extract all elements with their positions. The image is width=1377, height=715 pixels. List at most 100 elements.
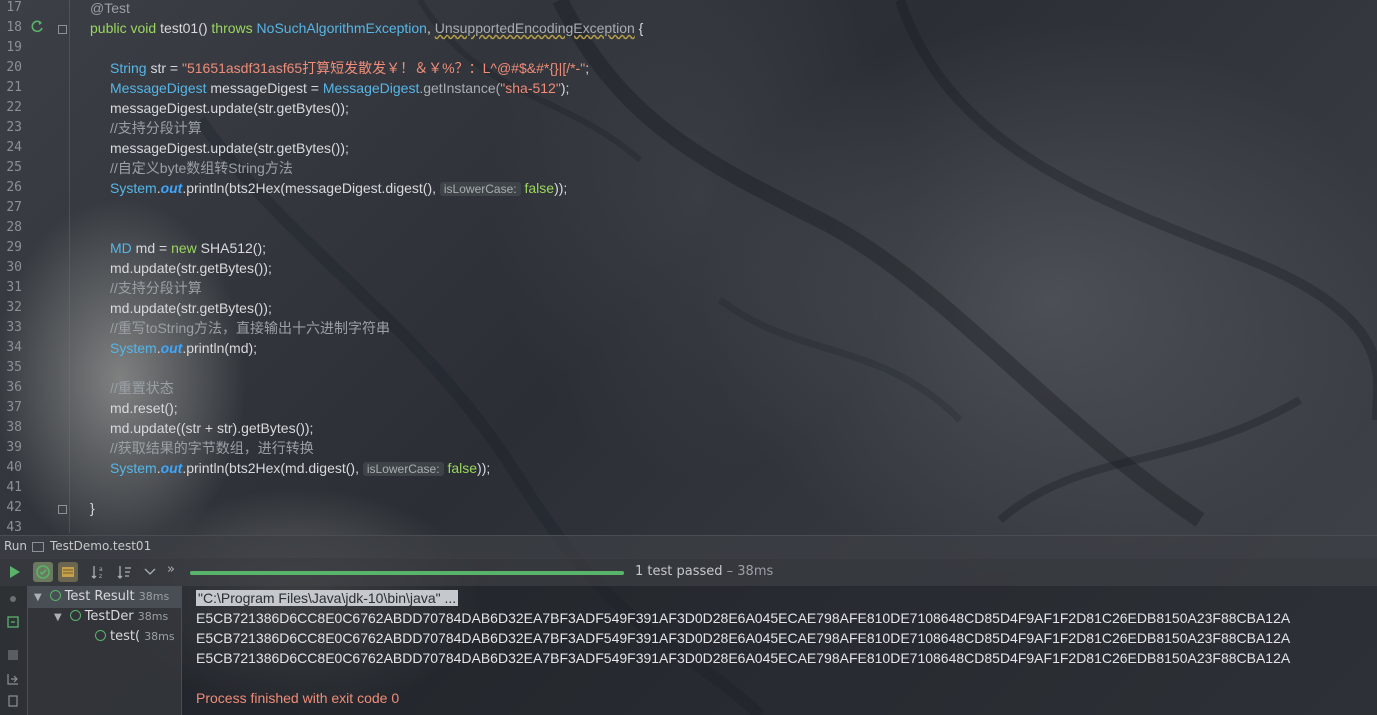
code-text: md = — [131, 240, 172, 256]
process-exit-message: Process finished with exit code 0 — [196, 690, 400, 706]
boolean-literal: false — [447, 460, 478, 476]
console-output-line: E5CB721386D6CC8E0C6762ABDD70784DAB6D32EA… — [196, 650, 1291, 666]
line-number: 19 — [6, 40, 22, 55]
code-line-42: } — [90, 500, 95, 516]
expand-all-icon[interactable] — [140, 562, 160, 582]
run-side-toolbar — [0, 586, 28, 715]
sort-by-duration-icon[interactable] — [115, 562, 135, 582]
line-number: 35 — [6, 360, 22, 375]
exception-type: NoSuchAlgorithmException — [256, 20, 427, 36]
keyword: new — [171, 240, 197, 256]
line-number: 31 — [6, 280, 22, 295]
type: System — [110, 180, 157, 196]
rerun-icon[interactable] — [4, 562, 24, 582]
tree-node-time: 38ms — [138, 590, 170, 603]
svg-text:a: a — [99, 566, 103, 573]
stop-icon[interactable] — [6, 648, 20, 662]
line-number: 43 — [6, 520, 22, 533]
gutter-divider — [69, 0, 70, 533]
line-number: 28 — [6, 220, 22, 235]
code-line-17: @Test — [90, 0, 130, 16]
svg-text:z: z — [99, 573, 102, 580]
type: MessageDigest — [110, 80, 207, 96]
expand-arrow-icon[interactable]: ▼ — [54, 612, 62, 623]
code-text: .getInstance( — [419, 80, 501, 96]
exit-icon[interactable] — [6, 694, 20, 708]
rerun-failed-icon[interactable] — [6, 592, 20, 606]
code-line-40: System.out.println(bts2Hex(md.digest(), … — [110, 458, 490, 478]
toggle-auto-test-icon[interactable] — [5, 614, 21, 630]
code-text: str = — [146, 60, 182, 76]
console-output[interactable]: "C:\Program Files\Java\jdk-10\bin\java" … — [182, 586, 1377, 715]
fold-marker-icon[interactable] — [58, 25, 67, 34]
line-number: 20 — [6, 60, 22, 75]
code-line-36: //重置状态 — [110, 380, 174, 396]
code-line-31: //支持分段计算 — [110, 280, 202, 296]
code-line-23: //支持分段计算 — [110, 120, 202, 136]
tree-node-class[interactable]: ▼ TestDer 38ms — [54, 607, 168, 627]
console-command-line: "C:\Program Files\Java\jdk-10\bin\java" … — [196, 588, 459, 608]
tree-node-root[interactable]: ▼ Test Result 38ms — [34, 587, 169, 607]
line-number: 39 — [6, 440, 22, 455]
keyword: public — [90, 20, 127, 36]
expand-arrow-icon[interactable]: ▼ — [34, 592, 42, 603]
code-text: )); — [554, 180, 568, 196]
line-number: 34 — [6, 340, 22, 355]
line-number: 23 — [6, 120, 22, 135]
show-ignored-icon[interactable] — [58, 562, 78, 582]
line-number: 22 — [6, 100, 22, 115]
line-number: 21 — [6, 80, 22, 95]
tree-node-label: test( — [110, 629, 141, 644]
tree-node-label: Test Result — [64, 589, 135, 604]
fold-marker-icon[interactable] — [58, 505, 67, 514]
passed-check-icon — [95, 630, 106, 641]
run-label: Run — [4, 539, 28, 553]
run-config-tab[interactable]: TestDemo.test01 — [50, 539, 151, 553]
code-text: .println(bts2Hex(md.digest(), — [182, 460, 363, 476]
code-line-30: md.update(str.getBytes()); — [110, 260, 272, 276]
console-output-line: E5CB721386D6CC8E0C6762ABDD70784DAB6D32EA… — [196, 630, 1291, 646]
punctuation: { — [634, 20, 644, 36]
code-line-26: System.out.println(bts2Hex(messageDigest… — [110, 178, 567, 198]
tree-node-method[interactable]: test( 38ms — [95, 627, 175, 647]
run-test-gutter-icon[interactable] — [30, 20, 44, 34]
type: String — [110, 60, 147, 76]
test-results-tree[interactable]: ▼ Test Result 38ms ▼ TestDer 38ms test( 38… — [28, 586, 182, 715]
test-progress-bar — [190, 571, 624, 575]
exception-type: UnsupportedEncodingException — [434, 20, 635, 36]
passed-check-icon — [49, 590, 61, 601]
keyword: void — [130, 20, 157, 36]
sort-alphabetically-icon[interactable]: az — [89, 562, 109, 582]
test-status: 1 test passed – 38ms — [635, 564, 773, 579]
line-number: 17 — [6, 0, 22, 15]
test-runner-toolbar: az » 1 test passed – 38ms — [0, 558, 1377, 586]
show-passed-icon[interactable] — [33, 562, 53, 582]
string-literal: "51651asdf31asf65打算短发散发￥！＆￥%？：L^@#$&#*{}… — [181, 60, 586, 76]
type: MD — [110, 240, 132, 256]
code-line-18: public void test01() throws NoSuchAlgori… — [90, 18, 643, 38]
static-field: out — [160, 180, 183, 196]
code-editor[interactable]: 17 18 19 20 21 22 23 24 25 26 27 28 29 3… — [0, 0, 1377, 533]
code-line-33: //重写toString方法，直接输出十六进制字符串 — [110, 320, 391, 336]
code-text: messageDigest = — [206, 80, 323, 96]
code-text: .println(bts2Hex(messageDigest.digest(), — [182, 180, 440, 196]
line-number: 36 — [6, 380, 22, 395]
more-actions-chevron-icon[interactable]: » — [167, 562, 175, 577]
import-tests-icon[interactable] — [6, 672, 20, 686]
code-line-39: //获取结果的字节数组，进行转换 — [110, 440, 314, 456]
line-number: 33 — [6, 320, 22, 335]
line-gutter: 17 18 19 20 21 22 23 24 25 26 27 28 29 3… — [0, 0, 74, 533]
tree-node-time: 38ms — [137, 610, 169, 623]
static-field: out — [160, 460, 183, 476]
boolean-literal: false — [524, 180, 555, 196]
line-number: 32 — [6, 300, 22, 315]
code-text: ; — [585, 60, 590, 76]
java-command[interactable]: "C:\Program Files\Java\jdk-10\bin\java" … — [196, 590, 459, 606]
line-number: 18 — [6, 20, 22, 35]
line-number: 26 — [6, 180, 22, 195]
code-text: )); — [477, 460, 491, 476]
code-line-20: String str = "51651asdf31asf65打算短发散发￥！＆￥… — [110, 58, 589, 78]
code-line-29: MD md = new SHA512(); — [110, 238, 266, 258]
run-tool-window-header: Run TestDemo.test01 — [0, 535, 1377, 559]
parameter-hint: isLowerCase: — [362, 462, 444, 476]
